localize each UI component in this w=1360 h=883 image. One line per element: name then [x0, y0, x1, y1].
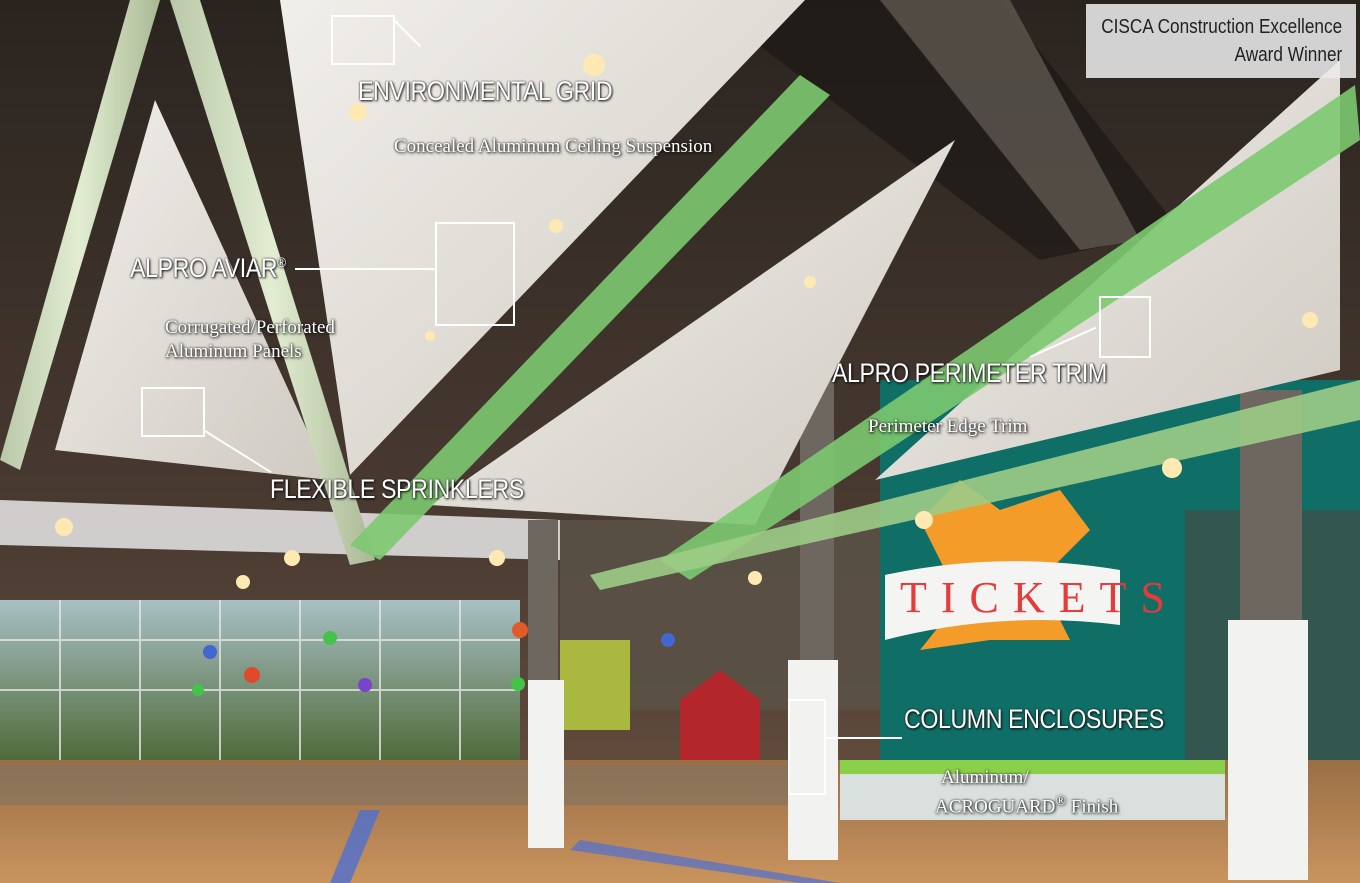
- callout-box-sprinklers: [141, 387, 205, 437]
- leader-column: [826, 737, 902, 739]
- callout-box-environmental-grid: [331, 15, 395, 65]
- label-perimeter-trim: ALPRO PERIMETER TRIM: [832, 358, 1107, 388]
- window-wall: [0, 600, 520, 760]
- label-alpro-aviar: ALPRO AVIAR®: [130, 253, 286, 283]
- tickets-sign-text: TICKETS: [900, 573, 1179, 622]
- column-white-left: [528, 680, 564, 848]
- callout-box-perimeter-trim: [1099, 296, 1151, 358]
- label-column-enclosures-sub: Aluminum/ ACROGUARD® Finish: [935, 767, 1119, 818]
- award-line-1: CISCA Construction Excellence: [1101, 16, 1342, 38]
- callout-box-column: [788, 699, 826, 795]
- label-environmental-grid: ENVIRONMENTAL GRID: [358, 76, 613, 106]
- column-white-right: [1228, 620, 1308, 880]
- label-environmental-grid-sub: Concealed Aluminum Ceiling Suspension: [394, 136, 713, 157]
- leader-alpro-aviar: [295, 268, 435, 270]
- label-alpro-aviar-sub: Corrugated/Perforated Aluminum Panels: [165, 317, 335, 362]
- interior-photo: TICKETS: [0, 0, 1360, 883]
- award-line-2: Award Winner: [1234, 44, 1342, 66]
- callout-box-alpro-aviar: [435, 222, 515, 326]
- photo-scene: TICKETS ENVIRONMENTAL GRID Concealed Alu…: [0, 0, 1360, 883]
- label-flexible-sprinklers: FLEXIBLE SPRINKLERS: [270, 474, 524, 504]
- label-perimeter-trim-sub: Perimeter Edge Trim: [868, 416, 1028, 437]
- award-badge: CISCA Construction Excellence Award Winn…: [1086, 4, 1356, 78]
- label-column-enclosures: COLUMN ENCLOSURES: [904, 704, 1164, 734]
- railing: [0, 765, 800, 805]
